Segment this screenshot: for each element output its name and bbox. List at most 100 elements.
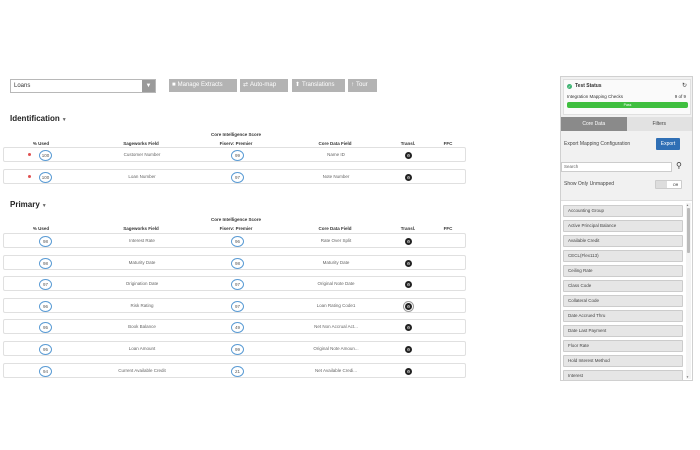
col-header-transl: Transl. — [400, 226, 416, 231]
status-progress-bar: Pass — [567, 102, 688, 108]
translations-button[interactable]: ⬆ Translations — [292, 79, 345, 92]
chevron-down-icon: ▼ — [41, 203, 47, 209]
translation-icon[interactable]: ⚙ — [405, 323, 412, 331]
identification-title-text: Identification — [10, 114, 60, 123]
col-header-score: Core Intelligence Score Fiserv: Premier — [196, 217, 276, 231]
scroll-up-icon[interactable]: ▲ — [686, 203, 689, 207]
score-badge: 99 — [231, 343, 244, 355]
chevron-down-icon: ▼ — [61, 117, 67, 123]
list-item[interactable]: Accounting Group — [563, 205, 683, 217]
sageworks-field: Loan Amount — [128, 346, 156, 351]
col-header-core: Core Data Field — [318, 226, 352, 231]
list-item[interactable]: Active Principal Balance — [563, 220, 683, 232]
score-badge: 98 — [231, 257, 244, 269]
table-row[interactable]: 100 Loan Number 97 Note Number ⚙ — [3, 169, 466, 184]
used-percent-badge: 100 — [39, 149, 52, 161]
extract-type-value: Loans — [14, 83, 31, 89]
section-title-identification[interactable]: Identification ▼ — [10, 114, 67, 123]
core-data-field[interactable]: Net Non Accrual Act... — [296, 320, 376, 333]
core-data-field[interactable]: Note Number — [296, 170, 376, 183]
tab-filters[interactable]: Filters — [626, 117, 692, 131]
translation-icon[interactable]: ⚙ — [405, 151, 412, 159]
auto-map-button[interactable]: ⇄ Auto-map — [240, 79, 288, 92]
check-circle-icon: ✓ — [567, 84, 572, 89]
manage-extracts-button[interactable]: ■ Manage Extracts — [169, 79, 237, 92]
auto-map-label: Auto-map — [250, 82, 277, 88]
list-item[interactable]: Ceiling Rate — [563, 265, 683, 277]
scroll-thumb[interactable] — [687, 208, 690, 253]
score-badge: 21 — [231, 365, 244, 377]
tour-button[interactable]: ↑ Tour — [348, 79, 377, 92]
score-badge: 97 — [231, 300, 244, 312]
refresh-icon[interactable]: ↻ — [682, 82, 687, 89]
section-title-primary[interactable]: Primary ▼ — [10, 200, 47, 209]
col-header-transl: Transl. — [400, 141, 416, 146]
translation-icon[interactable]: ⚙ — [405, 280, 412, 288]
core-data-field[interactable]: Original Note Date — [296, 277, 376, 290]
table-row[interactable]: 94 Current Available Credit 21 Net Avail… — [3, 363, 466, 378]
table-row[interactable]: 97 Origination Date 97 Original Note Dat… — [3, 276, 466, 291]
arrow-up-icon: ↑ — [351, 82, 354, 88]
translation-icon[interactable]: ⚙ — [403, 300, 414, 312]
sageworks-field: Interest Rate — [129, 238, 155, 243]
score-badge: 96 — [231, 235, 244, 247]
translations-label: Translations — [302, 82, 335, 88]
used-percent-badge: 96 — [39, 300, 52, 312]
table-row[interactable]: 98 Interest Rate 96 Rate Over Split ⚙ — [3, 233, 466, 248]
score-badge: 99 — [231, 149, 244, 161]
search-icon[interactable]: ⚲ — [676, 161, 682, 170]
list-item[interactable]: Floor Rate — [563, 340, 683, 352]
list-item[interactable]: Class Code — [563, 280, 683, 292]
export-button[interactable]: Export — [656, 138, 680, 150]
col-header-field: Sageworks Field — [123, 141, 159, 146]
col-header-used: % Used — [32, 226, 50, 231]
table-row[interactable]: 95 Book Balance 49 Net Non Accrual Act..… — [3, 319, 466, 334]
col-header-score-line2: Fiserv: Premier — [219, 141, 253, 146]
core-data-field[interactable]: Rate Over Split — [296, 234, 376, 247]
list-scrollbar[interactable]: ▲ ▼ — [686, 203, 691, 379]
score-badge: 97 — [231, 171, 244, 183]
toggle-knob — [656, 181, 667, 188]
translation-icon[interactable]: ⚙ — [405, 237, 412, 245]
tab-core-data[interactable]: Core Data — [561, 117, 627, 131]
tour-label: Tour — [356, 82, 368, 88]
extract-type-select[interactable]: Loans ▼ — [10, 79, 156, 93]
shuffle-icon: ⇄ — [243, 82, 249, 88]
scroll-down-icon[interactable]: ▼ — [686, 375, 689, 379]
core-data-field[interactable]: Loan Rating Code1 — [296, 299, 376, 312]
table-row[interactable]: 95 Loan Amount 99 Original Note Amoun...… — [3, 341, 466, 356]
translation-icon[interactable]: ⚙ — [405, 367, 412, 375]
col-header-used: % Used — [32, 141, 50, 146]
core-data-field[interactable]: Original Note Amoun... — [296, 342, 376, 355]
list-item[interactable]: Hold Interest Method — [563, 355, 683, 367]
list-item[interactable]: CECL(Flex113) — [563, 250, 683, 262]
used-percent-badge: 97 — [39, 278, 52, 290]
core-data-field[interactable]: Maturity Date — [296, 256, 376, 269]
table-row[interactable]: 100 Customer Number 99 Name ID ⚙ — [3, 147, 466, 162]
list-item[interactable]: Date Accrued Thru — [563, 310, 683, 322]
translation-icon[interactable]: ⚙ — [405, 345, 412, 353]
col-header-score-line1: Core Intelligence Score — [210, 132, 262, 137]
table-row[interactable]: 98 Maturity Date 98 Maturity Date ⚙ — [3, 255, 466, 270]
toggle-label: Off — [672, 182, 678, 187]
core-data-field[interactable]: Name ID — [296, 148, 376, 161]
manage-extracts-label: Manage Extracts — [177, 82, 223, 88]
sageworks-field: Book Balance — [128, 324, 156, 329]
table-row[interactable]: 96 Risk Rating 97 Loan Rating Code1 ⚙ — [3, 298, 466, 313]
search-input[interactable]: Search — [561, 162, 672, 172]
show-unmapped-toggle[interactable]: Off — [655, 180, 682, 189]
col-header-score: Core Intelligence Score Fiserv: Premier — [196, 132, 276, 146]
sageworks-field: Current Available Credit — [118, 368, 166, 373]
core-data-field[interactable]: Net Available Credi... — [296, 364, 376, 377]
chevron-down-icon[interactable]: ▼ — [142, 80, 155, 92]
translation-icon[interactable]: ⚙ — [405, 259, 412, 267]
translation-icon[interactable]: ⚙ — [405, 173, 412, 181]
list-item[interactable]: Interest — [563, 370, 683, 380]
list-item[interactable]: Available Credit — [563, 235, 683, 247]
upload-icon: ⬆ — [295, 82, 301, 88]
list-item[interactable]: Date Last Payment — [563, 325, 683, 337]
export-label: Export Mapping Configuration — [564, 141, 631, 147]
status-progress-fill: Pass — [567, 102, 688, 108]
required-dot — [28, 153, 31, 156]
list-item[interactable]: Collateral Code — [563, 295, 683, 307]
